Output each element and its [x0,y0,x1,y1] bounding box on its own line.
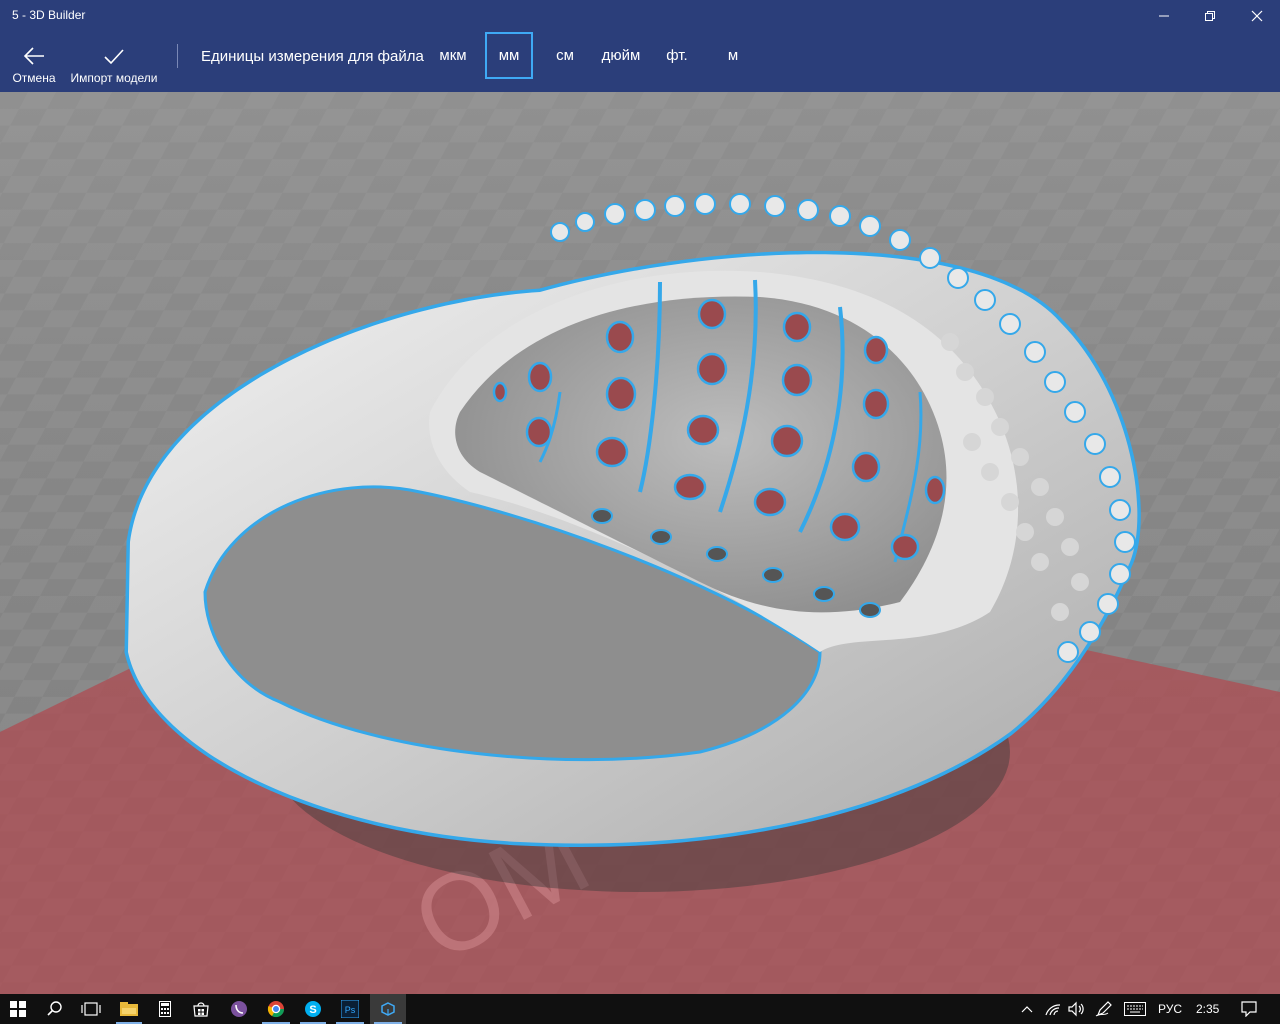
import-model-label: Импорт модели [70,71,158,85]
scene-canvas[interactable]: OM [0,92,1280,994]
cancel-button[interactable]: Отмена [6,32,62,92]
taskbar-app-3d-builder[interactable] [370,994,406,1024]
restore-icon [1205,11,1215,21]
speaker-icon [1068,1001,1084,1017]
unit-label: см [556,47,574,64]
taskbar-app-explorer[interactable] [112,994,146,1024]
window-title: 5 - 3D Builder [12,8,86,22]
unit-label: дюйм [601,47,641,64]
unit-micrometer[interactable]: мкм [432,32,474,79]
windows-start-icon [10,1001,26,1017]
unit-inch[interactable]: дюйм [596,32,646,79]
chrome-icon [267,1001,285,1018]
store-icon [193,1002,209,1017]
taskbar-app-store[interactable] [184,994,218,1024]
skype-icon: S [305,1001,321,1017]
task-view-button[interactable] [74,994,108,1024]
restore-button[interactable] [1187,0,1233,32]
unit-meter[interactable]: м [713,32,753,79]
svg-text:S: S [309,1004,316,1016]
import-model-button[interactable]: Импорт модели [68,32,160,92]
unit-label: м [727,47,739,64]
taskbar-app-skype[interactable]: S [296,994,330,1024]
search-button[interactable] [38,994,72,1024]
calculator-icon [159,1001,171,1017]
network-button[interactable] [1041,994,1065,1024]
pen-workspace-button[interactable] [1092,994,1116,1024]
wifi-icon [1045,1004,1061,1016]
checkmark-icon [104,49,124,65]
input-language[interactable]: РУС [1158,1002,1182,1016]
units-label: Единицы измерения для файла [201,48,424,65]
notification-icon [1241,1001,1257,1017]
taskbar-app-chrome[interactable] [258,994,294,1024]
file-explorer-icon [120,1002,138,1016]
command-bar: Отмена Импорт модели Единицы измерения д… [0,32,1280,92]
unit-millimeter[interactable]: мм [485,32,533,79]
taskbar: S Ps РУС 2:35 [0,994,1280,1024]
unit-label: мм [498,47,520,64]
taskbar-app-viber[interactable] [222,994,256,1024]
photoshop-icon: Ps [341,1000,359,1018]
touch-keyboard-button[interactable] [1120,994,1150,1024]
start-button[interactable] [0,994,36,1024]
command-separator [177,44,178,68]
action-center-button[interactable] [1232,994,1266,1024]
show-hidden-icons-button[interactable] [1016,994,1038,1024]
unit-label: фт. [666,47,688,64]
minimize-icon [1159,15,1169,17]
volume-button[interactable] [1064,994,1088,1024]
chevron-up-icon [1021,1006,1033,1013]
close-button[interactable] [1234,0,1280,32]
back-arrow-icon [23,47,44,65]
clock[interactable]: 2:35 [1196,1002,1219,1016]
3d-builder-icon [381,1002,395,1016]
task-view-icon [81,1002,101,1016]
minimize-button[interactable] [1141,0,1187,32]
viber-icon [231,1001,247,1017]
taskbar-app-calculator[interactable] [148,994,182,1024]
svg-text:Ps: Ps [345,1005,356,1015]
unit-label: мкм [439,47,467,64]
taskbar-app-photoshop[interactable]: Ps [332,994,368,1024]
title-bar: 5 - 3D Builder [0,0,1280,32]
unit-centimeter[interactable]: см [545,32,585,79]
3d-viewport[interactable]: OM [0,92,1280,994]
close-icon [1251,10,1263,22]
keyboard-icon [1124,1002,1146,1016]
cancel-label: Отмена [12,71,56,85]
pen-icon [1095,1001,1112,1017]
search-icon [47,1001,62,1016]
unit-foot[interactable]: фт. [656,32,698,79]
